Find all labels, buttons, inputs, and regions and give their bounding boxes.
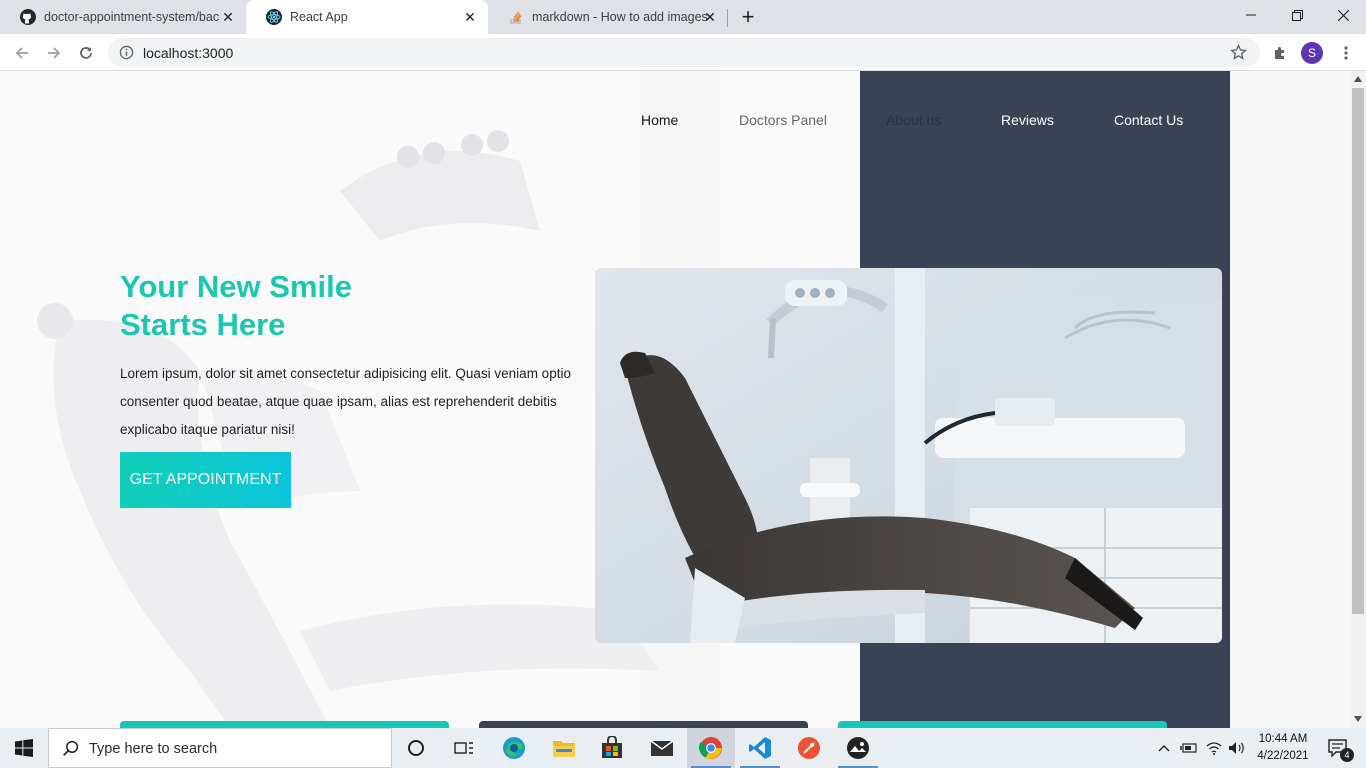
reload-button[interactable] — [72, 39, 100, 67]
system-clock[interactable]: 10:44 AM 4/22/2021 — [1250, 731, 1316, 765]
feature-card-3 — [838, 721, 1167, 728]
stackoverflow-icon — [508, 9, 524, 25]
cortana-icon[interactable] — [392, 728, 440, 768]
git-icon[interactable] — [785, 728, 833, 768]
store-icon[interactable] — [588, 728, 636, 768]
battery-icon[interactable] — [1177, 728, 1201, 768]
arrow-right-icon — [48, 47, 61, 59]
volume-icon[interactable] — [1225, 728, 1249, 768]
windows-taskbar: Type here to search 10:44 AM 4/22/2021 4 — [0, 728, 1366, 768]
tab-github[interactable]: doctor-appointment-system/bac ✕ — [0, 0, 246, 34]
web-page: Home Doctors Panel About us Reviews Cont… — [0, 71, 1350, 728]
close-window-button[interactable] — [1320, 0, 1366, 30]
page-scrollbar[interactable] — [1350, 71, 1366, 728]
minimize-button[interactable] — [1228, 0, 1274, 30]
tab-title: markdown - How to add images — [532, 10, 708, 24]
close-icon[interactable]: ✕ — [702, 9, 718, 25]
tab-react-app[interactable]: React App ✕ — [246, 0, 488, 34]
close-icon[interactable]: ✕ — [220, 9, 236, 25]
info-icon[interactable] — [119, 45, 134, 65]
hero-title: Your New Smile Starts Here — [120, 268, 540, 344]
scroll-down-arrow-icon — [1354, 716, 1362, 722]
photos-icon[interactable] — [834, 728, 882, 768]
tab-stackoverflow[interactable]: markdown - How to add images ✕ — [488, 0, 728, 34]
hero-title-line1: Your New Smile — [120, 269, 352, 304]
menu-kebab-icon[interactable] — [1332, 39, 1360, 67]
notification-badge: 4 — [1340, 748, 1354, 762]
react-icon — [266, 9, 282, 25]
vscode-icon[interactable] — [736, 728, 784, 768]
nav-contact-us[interactable]: Contact Us — [1114, 112, 1183, 128]
feature-card-2 — [479, 721, 808, 728]
scrollbar-thumb[interactable] — [1352, 88, 1364, 614]
mail-icon[interactable] — [638, 728, 686, 768]
nav-about-us[interactable]: About us — [886, 112, 941, 128]
hero-title-line2: Starts Here — [120, 307, 286, 342]
tab-title: React App — [290, 10, 348, 24]
tab-separator — [727, 9, 728, 27]
tab-title: doctor-appointment-system/bac — [44, 10, 220, 24]
profile-avatar[interactable]: S — [1298, 39, 1326, 67]
bookmark-star-icon[interactable] — [1230, 43, 1247, 66]
restore-button[interactable] — [1274, 0, 1320, 30]
clock-date: 4/22/2021 — [1257, 750, 1309, 762]
nav-reviews[interactable]: Reviews — [1001, 112, 1054, 128]
clock-time: 10:44 AM — [1258, 733, 1308, 745]
new-tab-button[interactable]: + — [736, 4, 760, 30]
chevron-up-icon[interactable] — [1152, 728, 1176, 768]
task-view-icon[interactable] — [440, 728, 488, 768]
github-icon — [20, 9, 36, 25]
extensions-icon[interactable] — [1266, 39, 1294, 67]
close-icon[interactable]: ✕ — [462, 9, 478, 25]
nav-doctors-panel[interactable]: Doctors Panel — [739, 112, 827, 128]
dental-chair-image — [595, 268, 1222, 643]
start-button[interactable] — [0, 728, 48, 768]
reload-icon — [80, 47, 92, 59]
search-icon — [62, 740, 79, 757]
feature-card-1 — [120, 721, 449, 728]
search-placeholder: Type here to search — [89, 741, 218, 757]
windows-logo-icon — [15, 739, 33, 757]
scroll-up-arrow-icon — [1354, 76, 1362, 82]
avatar-initial: S — [1301, 42, 1323, 64]
browser-tab-strip: doctor-appointment-system/bac ✕ React Ap… — [0, 0, 1366, 34]
hero-description: Lorem ipsum, dolor sit amet consectetur … — [120, 366, 571, 437]
page-right-margin — [1230, 71, 1350, 728]
forward-button[interactable] — [40, 39, 68, 67]
chrome-icon[interactable] — [687, 728, 735, 768]
address-text: localhost:3000 — [143, 45, 234, 61]
back-button[interactable] — [8, 39, 36, 67]
file-explorer-icon[interactable] — [540, 728, 588, 768]
nav-home[interactable]: Home — [641, 112, 678, 128]
address-bar[interactable]: localhost:3000 — [108, 38, 1260, 67]
taskbar-search-box[interactable]: Type here to search — [48, 728, 392, 768]
notifications-icon[interactable]: 4 — [1318, 728, 1358, 768]
browser-toolbar: localhost:3000 S — [0, 34, 1366, 71]
wifi-icon[interactable] — [1202, 728, 1226, 768]
get-appointment-button[interactable]: GET APPOINTMENT — [120, 452, 291, 508]
arrow-left-icon — [15, 47, 28, 59]
edge-icon[interactable] — [490, 728, 538, 768]
